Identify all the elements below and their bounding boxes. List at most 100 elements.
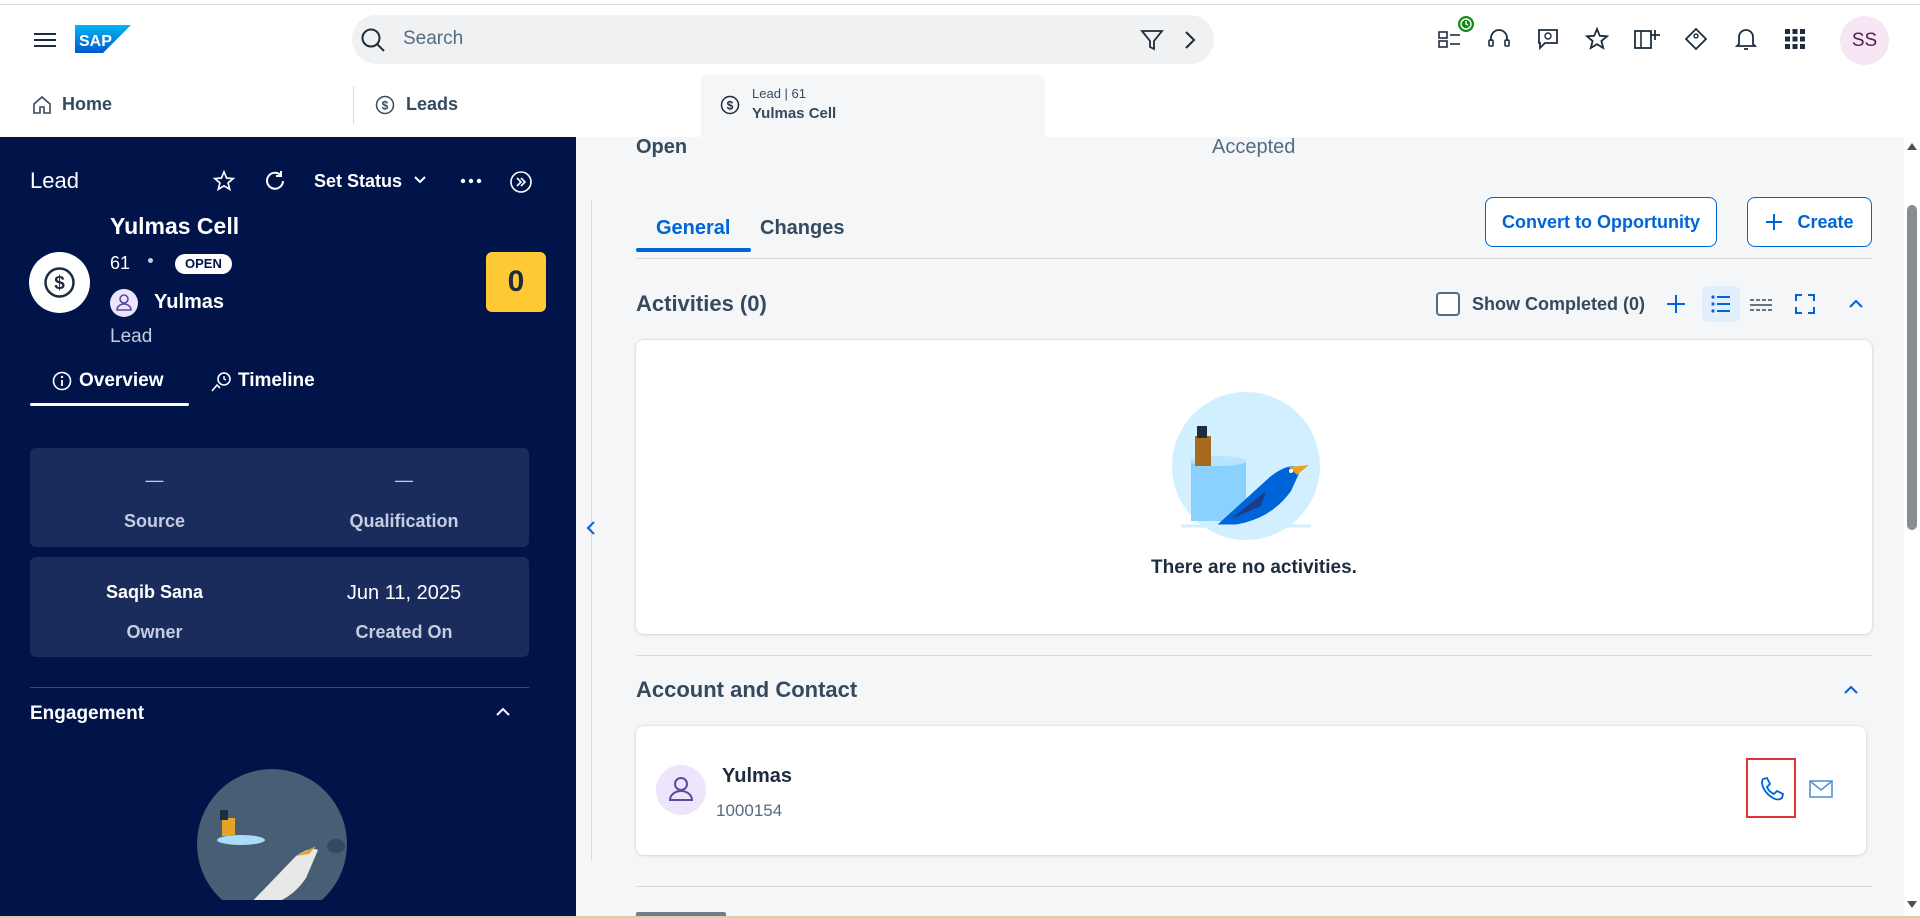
tab-home-label: Home [62, 94, 113, 114]
scrollbar-thumb[interactable] [1907, 205, 1917, 530]
panel-title: Lead [30, 168, 79, 193]
notification-badge [1456, 14, 1476, 34]
lead-score: 0 [486, 252, 546, 312]
chevron-up-icon[interactable] [495, 706, 511, 718]
collapse-panel-icon[interactable] [509, 170, 533, 194]
create-label: Create [1797, 211, 1854, 232]
lead-dollar-icon: $ [720, 95, 740, 115]
set-status-button[interactable]: Set Status [310, 169, 430, 193]
lead-id: 61 [110, 253, 131, 273]
search-icon[interactable] [360, 27, 386, 53]
collapse-sidebar-icon[interactable] [583, 516, 601, 540]
home-icon [32, 95, 52, 115]
refresh-icon[interactable] [263, 169, 287, 193]
list-icon [1711, 295, 1730, 313]
contact-avatar [656, 765, 706, 815]
convert-to-opportunity-button[interactable]: Convert to Opportunity [1485, 197, 1717, 247]
source-label: Source [123, 511, 186, 531]
contact-name[interactable]: Yulmas [154, 291, 224, 314]
source-value: — [145, 470, 164, 490]
chat-icon[interactable] [1533, 24, 1563, 54]
svg-text:$: $ [54, 273, 65, 294]
divider [636, 655, 1872, 656]
search-bar[interactable] [352, 15, 1214, 64]
list-view-toggle[interactable] [1702, 286, 1740, 322]
show-completed-label: Show Completed (0) [1472, 294, 1646, 314]
svg-text:$: $ [382, 99, 389, 113]
svg-text:SAP: SAP [79, 33, 112, 50]
timeline-view-icon [1750, 299, 1772, 311]
menu-icon[interactable] [34, 30, 56, 50]
tab-changes[interactable]: Changes [760, 217, 844, 240]
chevron-down-icon [413, 175, 427, 185]
source-qualification-card [30, 448, 529, 547]
phone-icon [1761, 776, 1785, 801]
show-completed-checkbox[interactable] [1436, 292, 1460, 316]
no-activities-text: There are no activities. [1151, 557, 1357, 578]
filter-icon[interactable] [1140, 28, 1164, 52]
qualification-value: — [395, 470, 413, 490]
engagement-title: Engagement [30, 703, 145, 724]
created-value: Jun 11, 2025 [346, 582, 462, 604]
tab-leads-label: Leads [406, 94, 459, 114]
account-contact-title: Account and Contact [636, 677, 858, 702]
email-icon[interactable] [1809, 780, 1833, 798]
chevron-up-icon[interactable] [1843, 684, 1859, 696]
chevron-up-icon[interactable] [1848, 298, 1864, 310]
created-label: Created On [355, 622, 453, 642]
search-input[interactable]: Search [403, 28, 463, 50]
separator-dot [148, 258, 153, 263]
tab-active-title: Yulmas Cell [752, 105, 837, 122]
person-icon [668, 777, 694, 801]
grid-icon[interactable] [1780, 24, 1810, 54]
timeline-view-toggle[interactable] [1742, 286, 1780, 322]
fullscreen-icon[interactable] [1795, 294, 1815, 314]
status-open: Open [636, 136, 688, 158]
tab-general-indicator [636, 248, 751, 252]
tab-overview-indicator [30, 403, 189, 406]
create-button[interactable]: Create [1747, 197, 1872, 247]
lead-dollar-icon: $ [43, 266, 76, 299]
svg-text:$: $ [727, 99, 734, 113]
tab-timeline-label: Timeline [238, 370, 315, 391]
convert-label: Convert to Opportunity [1502, 211, 1700, 232]
diamond-icon[interactable] [1681, 24, 1711, 54]
status-accepted: Accepted [1212, 136, 1296, 158]
set-status-label: Set Status [314, 171, 403, 191]
user-avatar[interactable]: SS [1840, 16, 1889, 65]
scroll-up-arrow[interactable] [1906, 141, 1918, 151]
contact-avatar [110, 289, 138, 317]
plus-icon [1765, 213, 1783, 231]
tab-overview-label: Overview [79, 370, 164, 391]
chevron-right-icon[interactable] [1183, 30, 1197, 50]
engagement-illustration [196, 768, 348, 900]
phone-button[interactable] [1746, 758, 1796, 818]
headset-icon[interactable] [1484, 24, 1514, 54]
add-activity-icon[interactable] [1666, 294, 1686, 314]
tab-general-label: General [656, 217, 731, 239]
lead-dollar-icon: $ [375, 95, 395, 115]
tab-active-subtitle: Lead | 61 [752, 86, 806, 101]
qualification-label: Qualification [349, 511, 459, 531]
divider [636, 886, 1872, 887]
lead-type: Lead [110, 326, 153, 347]
scroll-down-arrow[interactable] [1906, 900, 1918, 910]
add-app-icon[interactable] [1632, 24, 1662, 54]
bell-icon[interactable] [1731, 24, 1761, 54]
sap-logo[interactable]: SAP [75, 25, 131, 53]
contact-id: 1000154 [716, 801, 783, 820]
owner-value[interactable]: Saqib Sana [30, 582, 279, 603]
empty-illustration [1171, 391, 1321, 541]
star-icon[interactable] [1582, 24, 1612, 54]
star-icon[interactable] [212, 169, 236, 193]
tab-home[interactable] [0, 75, 352, 136]
more-icon[interactable] [460, 178, 482, 184]
info-icon [52, 371, 72, 391]
lead-name: Yulmas Cell [110, 213, 240, 239]
divider [30, 687, 529, 688]
status-badge: OPEN [175, 254, 232, 274]
contact-card[interactable] [636, 726, 1866, 855]
contact-name[interactable]: Yulmas [722, 765, 792, 788]
tab-divider [636, 258, 1872, 259]
owner-label: Owner [126, 622, 183, 642]
